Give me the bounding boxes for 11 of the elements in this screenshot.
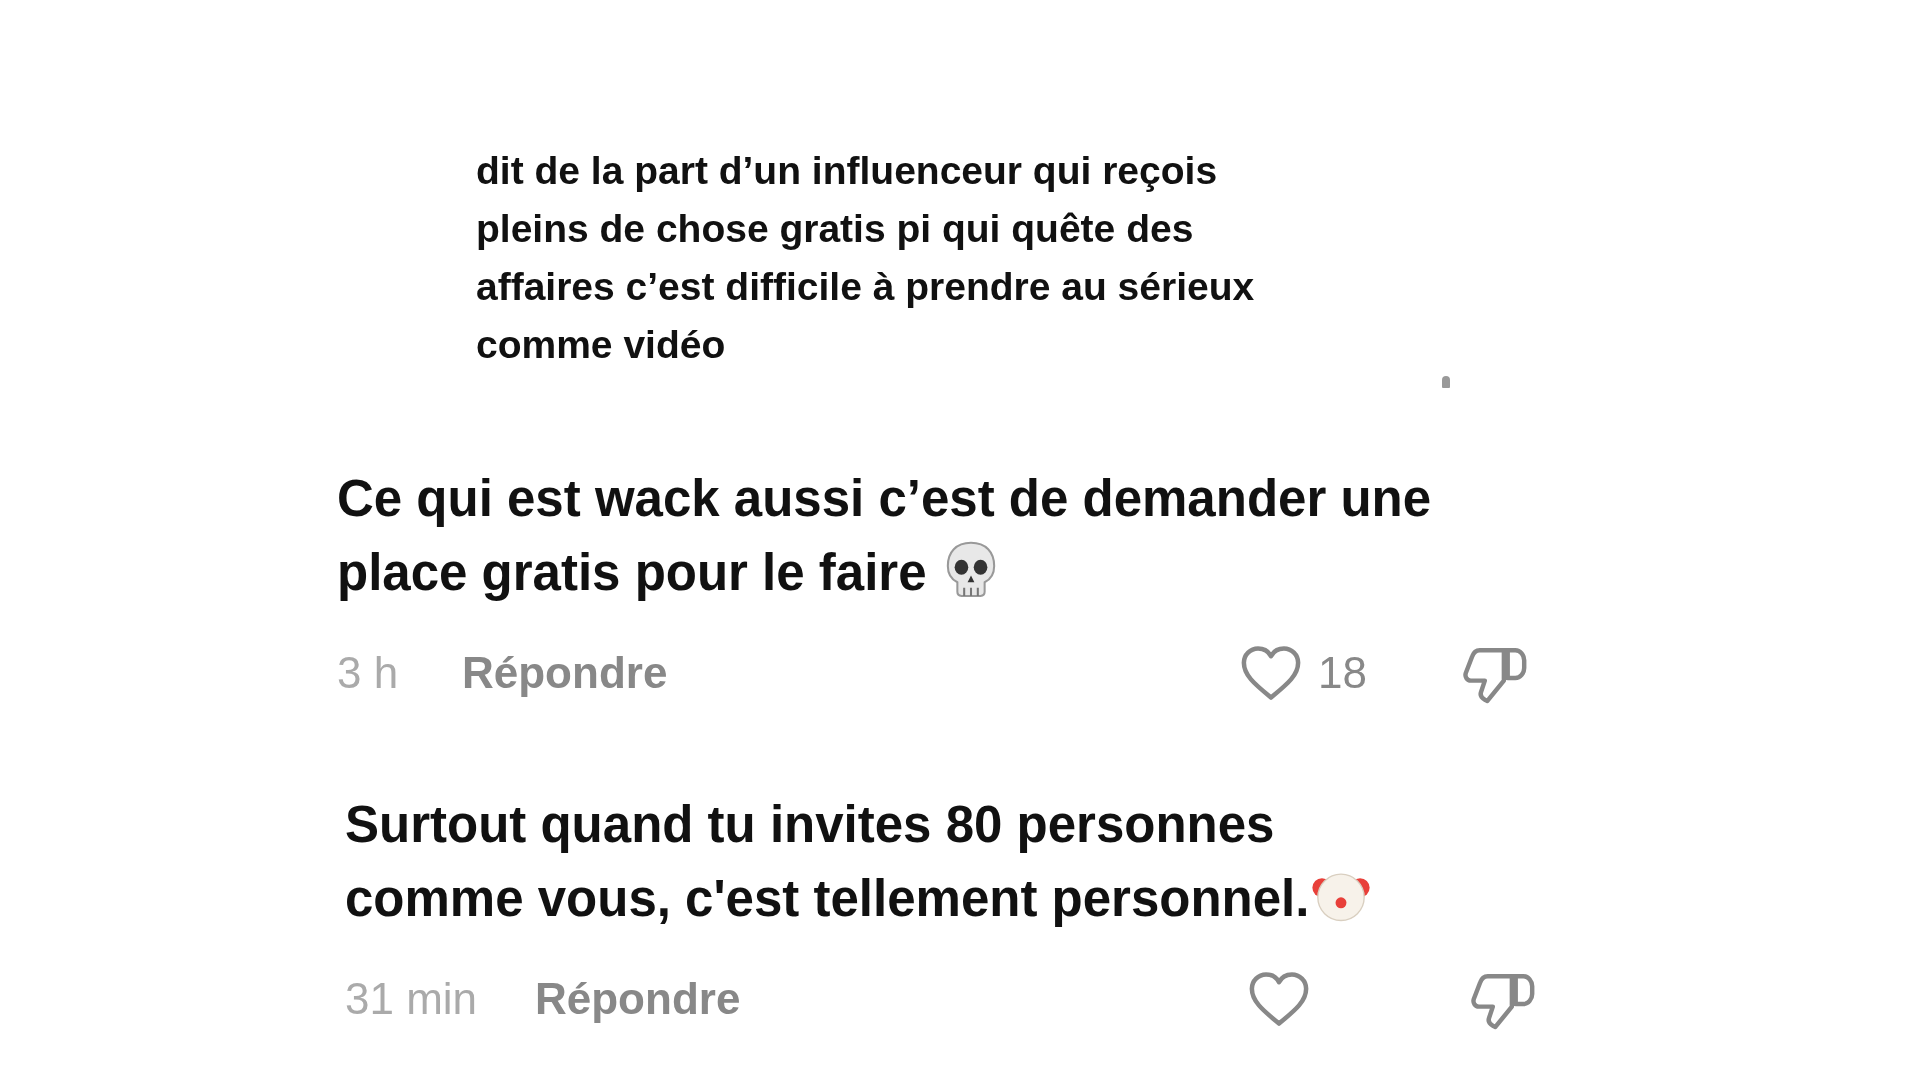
like-count: 18 (1318, 648, 1367, 698)
quoted-comment-text: dit de la part d’un influenceur qui reçois pleins de chose gratis pi qui quête des affaires c’est difficile à prendre au sérieux comme vidéo (476, 148, 1256, 368)
comment-time: 3 h (337, 648, 400, 698)
comment-text: Ce qui est wack aussi c’est de demander une place gratis pour le faire (337, 469, 1433, 603)
scroll-indicator (1442, 376, 1450, 388)
reply-button[interactable]: Répondre (535, 974, 741, 1024)
heart-icon[interactable] (1240, 644, 1302, 702)
reply-button[interactable]: Répondre (462, 648, 668, 698)
comment-text: Surtout quand tu invites 80 personnes comme vous, c'est tellement personnel. (345, 788, 1545, 936)
comment-time: 31 min (345, 974, 479, 1024)
heart-icon[interactable] (1248, 970, 1310, 1028)
